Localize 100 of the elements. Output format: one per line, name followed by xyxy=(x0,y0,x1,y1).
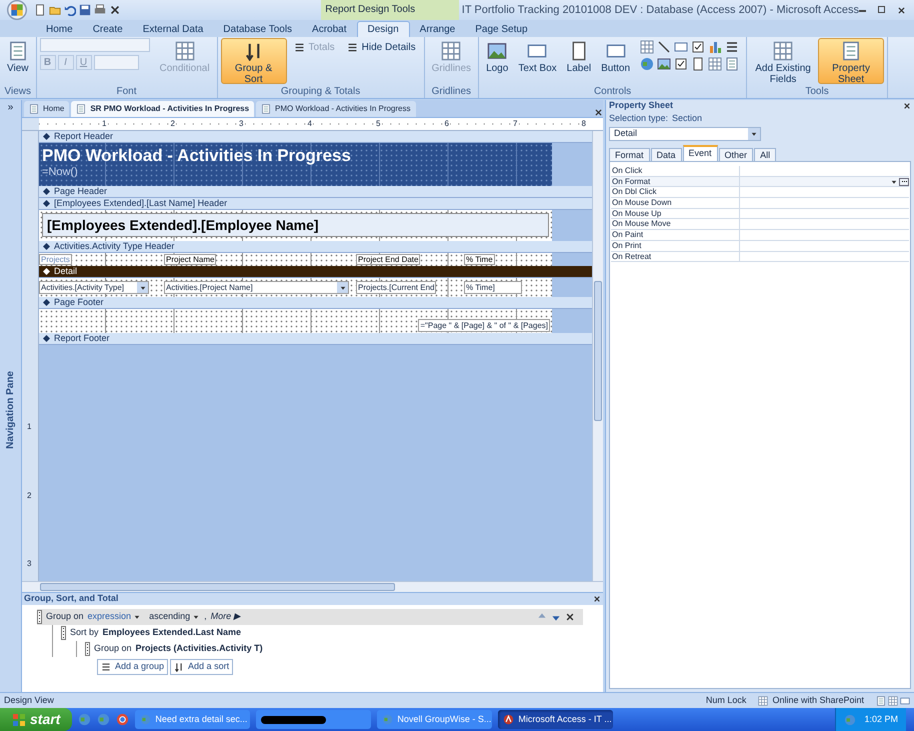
ribbon-tab[interactable]: Acrobat xyxy=(302,21,357,37)
property-tab[interactable]: Event xyxy=(682,145,718,161)
group-label: Controls xyxy=(592,85,632,98)
drag-handle-icon[interactable] xyxy=(85,642,90,656)
ribbon-button[interactable]: Hide Details xyxy=(342,38,421,56)
section-band[interactable]: Detail xyxy=(39,266,592,278)
column-label[interactable]: Projects xyxy=(39,254,72,265)
text-box[interactable]: Projects.[Current End xyxy=(356,281,436,294)
ribbon-button[interactable]: View xyxy=(3,38,32,84)
add-button[interactable]: Add a sort xyxy=(170,659,234,675)
ribbon-button[interactable]: Label xyxy=(562,38,596,84)
property-name: On Mouse Move xyxy=(611,219,740,230)
restore-icon[interactable] xyxy=(878,6,885,12)
object-dropdown[interactable]: Detail xyxy=(609,127,761,141)
ribbon-tab[interactable]: Arrange xyxy=(410,21,466,37)
property-row[interactable]: On Click xyxy=(611,166,909,177)
minimize-icon[interactable] xyxy=(859,10,866,12)
start-button[interactable]: start xyxy=(0,708,72,731)
group-label: Grouping & Totals xyxy=(280,85,362,98)
section-band[interactable]: Page Header xyxy=(39,186,592,198)
collapse-icon[interactable] xyxy=(43,243,50,250)
section-band[interactable]: Report Header xyxy=(39,131,592,143)
ribbon-button[interactable]: Logo xyxy=(482,38,512,84)
form-icon xyxy=(29,104,39,114)
ribbon-tab[interactable]: Home xyxy=(36,21,83,37)
section-band[interactable]: [Employees Extended].[Last Name] Header xyxy=(39,198,592,210)
font-size-field[interactable] xyxy=(94,55,138,70)
page-number-expression[interactable]: ="Page " & [Page] & " of " & [Pages] xyxy=(418,319,550,332)
date-expression[interactable]: =Now() xyxy=(42,166,552,179)
view-icon xyxy=(888,696,898,706)
group-sort-row[interactable]: Group on Projects (Activities.Activity T) xyxy=(85,641,583,657)
ribbon-tab[interactable]: Create xyxy=(82,21,133,37)
field-selector[interactable]: expression xyxy=(88,610,142,624)
column-label[interactable]: % Time xyxy=(464,254,495,265)
collapse-icon[interactable] xyxy=(43,268,50,275)
design-grid[interactable]: Projects Project Name Project End Date % Time xyxy=(39,253,552,266)
property-row[interactable]: On Format xyxy=(611,176,909,188)
section-band[interactable]: Page Footer xyxy=(39,297,592,309)
property-row[interactable]: On Dbl Click xyxy=(611,187,909,198)
ribbon-tab[interactable]: Page Setup xyxy=(465,21,538,37)
property-sheet-icon xyxy=(841,41,862,61)
font-name-field[interactable] xyxy=(40,38,150,52)
report-icon xyxy=(261,104,272,114)
ribbon-tab[interactable]: Database Tools xyxy=(213,21,302,37)
add-button[interactable]: Add a group xyxy=(97,659,168,675)
navigation-pane-label[interactable]: Navigation Pane xyxy=(3,371,18,449)
ribbon-button[interactable]: Text Box xyxy=(514,38,561,84)
expand-pane-button[interactable]: » xyxy=(8,100,14,114)
office-logo-icon xyxy=(7,0,28,20)
design-grid[interactable]: ="Page " & [Page] & " of " & [Pages] xyxy=(39,309,552,333)
more-link[interactable]: More ▶ xyxy=(210,610,241,624)
column-label[interactable]: Project Name xyxy=(164,254,216,265)
line-tool-icon xyxy=(657,40,672,54)
window-title: IT Portfolio Tracking 20101008 DEV : Database (Access 2007) - Microsoft Access xyxy=(462,2,859,18)
text-box[interactable]: % Time] xyxy=(464,281,522,294)
property-name: On Paint xyxy=(611,230,740,240)
combo-box[interactable]: Activities.[Activity Type] xyxy=(39,281,149,294)
group-sort-row[interactable]: Group on expression ascending , More ▶ xyxy=(37,609,583,625)
collapse-icon[interactable] xyxy=(43,335,50,342)
property-row[interactable]: On Mouse Up xyxy=(611,208,909,220)
ribbon-button[interactable]: Group & Sort xyxy=(220,38,287,84)
ribbon-tab[interactable]: External Data xyxy=(132,21,214,37)
taskbar-button[interactable]: Microsoft Access - IT ... xyxy=(498,710,614,729)
ribbon-tab[interactable]: Design xyxy=(356,21,410,37)
property-tab[interactable]: Data xyxy=(650,148,682,161)
order-selector[interactable]: ascending xyxy=(149,610,200,624)
ribbon-button[interactable]: Add Existing Fields xyxy=(750,38,816,84)
field-name[interactable]: Projects (Activities.Activity T) xyxy=(136,642,263,656)
ribbon-button[interactable]: Button xyxy=(597,38,634,84)
collapse-icon[interactable] xyxy=(43,299,50,306)
document-tab[interactable]: Home xyxy=(24,101,70,117)
close-icon xyxy=(897,6,906,14)
section-band[interactable]: Activities.Activity Type Header xyxy=(39,241,592,253)
property-tab[interactable]: Format xyxy=(609,148,650,161)
property-row[interactable]: On Print xyxy=(611,240,909,252)
property-tab[interactable]: Other xyxy=(718,148,754,161)
horizontal-scrollbar[interactable] xyxy=(22,581,603,592)
ellipsis-icon[interactable] xyxy=(899,178,909,186)
group-sort-row[interactable]: Sort by Employees Extended.Last Name xyxy=(61,625,583,641)
field-name[interactable]: Employees Extended.Last Name xyxy=(102,626,242,640)
vertical-scrollbar[interactable] xyxy=(592,131,603,581)
combo-box[interactable]: Activities.[Project Name] xyxy=(164,281,349,294)
column-label[interactable]: Project End Date xyxy=(356,254,420,265)
collapse-icon[interactable] xyxy=(43,133,50,140)
property-row[interactable]: On Paint xyxy=(611,230,909,241)
property-tab[interactable]: All xyxy=(754,148,776,161)
property-name: On Dbl Click xyxy=(611,187,740,198)
design-grid[interactable]: Activities.[Activity Type] Activities.[Project Name] Projects.[Current End % Time] xyxy=(39,278,552,297)
design-grid[interactable]: PMO Workload - Activities In Progress =Now() xyxy=(39,143,552,186)
document-tab[interactable]: PMO Workload - Activities In Progress xyxy=(256,101,416,117)
ribbon-button[interactable]: Property Sheet xyxy=(818,38,884,84)
property-row[interactable]: On Retreat xyxy=(611,252,909,262)
document-tab[interactable]: SR PMO Workload - Activities In Progress xyxy=(71,101,254,117)
property-row[interactable]: On Mouse Down xyxy=(611,198,909,209)
section-band[interactable]: Report Footer xyxy=(39,333,592,345)
property-row[interactable]: On Mouse Move xyxy=(611,219,909,230)
checkbox-tool-icon xyxy=(691,40,706,54)
drag-handle-icon[interactable] xyxy=(37,610,42,624)
drag-handle-icon[interactable] xyxy=(61,626,66,640)
report-title[interactable]: PMO Workload - Activities In Progress xyxy=(42,146,552,166)
